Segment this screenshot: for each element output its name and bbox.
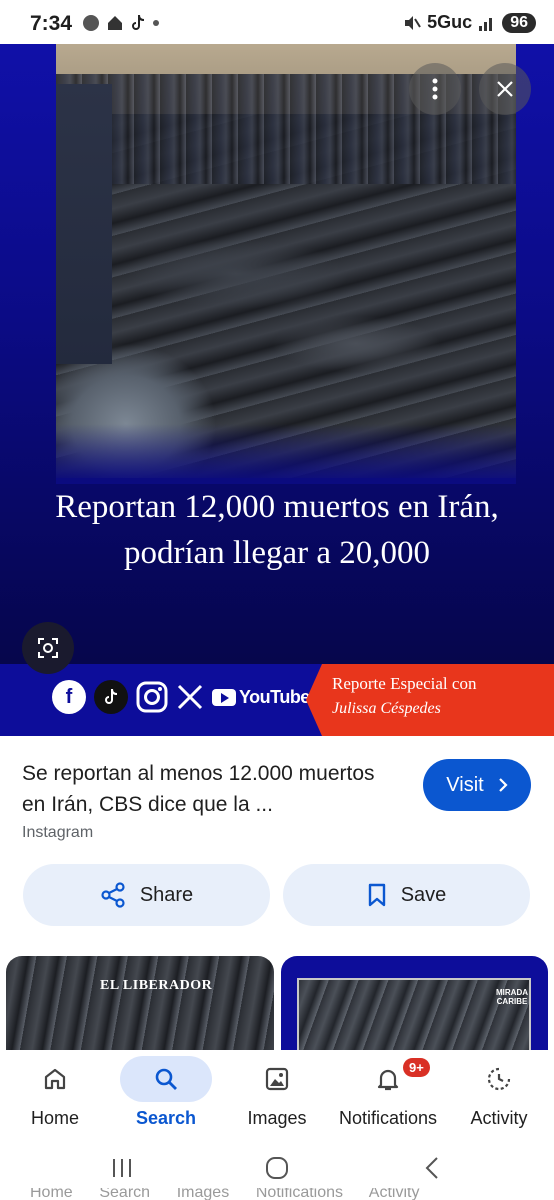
mute-icon [405,15,422,30]
activity-icon [487,1067,511,1091]
home-system-button[interactable] [257,1152,297,1184]
chevron-right-icon [498,778,508,792]
close-button[interactable] [479,63,531,115]
photo-left-figure [56,84,112,364]
nav-search[interactable]: Search [111,1050,221,1140]
hero-fade [56,424,516,484]
share-icon [101,882,125,908]
thumbnail-badge: MIRADA CARIBE [496,988,528,1006]
thumbnail-photo: MIRADA CARIBE [297,978,531,1056]
images-icon [265,1067,289,1091]
weather-icon [83,15,99,31]
status-time: 7:34 [30,12,73,35]
bell-icon [377,1069,399,1091]
social-icons: f YouTube [52,680,310,714]
search-icon [155,1068,177,1090]
visit-label: Visit [446,773,484,796]
status-bar: 7:34 5Guc 96 [0,0,554,44]
special-report-name: Julissa Céspedes [332,700,441,717]
social-band: f YouTube Reporte Especial con Julissa C… [0,664,554,736]
share-button[interactable]: Share [23,864,270,926]
nav-activity-icon-wrap [453,1056,545,1102]
nav-search-icon-wrap [120,1056,212,1102]
recents-icon [113,1159,131,1177]
share-label: Share [139,883,194,906]
bottom-navigation: Home Search Images 9+ Notifications Acti… [0,1050,554,1140]
x-icon [176,683,204,711]
more-options-button[interactable] [409,63,461,115]
close-icon [497,81,513,97]
dot-icon [153,20,159,26]
nav-home[interactable]: Home [0,1050,110,1140]
thumbnail-logo-text: EL LIBERADOR [100,978,213,993]
hero-image[interactable]: Reportan 12,000 muertos en Irán, podrían… [0,44,554,736]
result-title[interactable]: Se reportan al menos 12.000 muertos en I… [22,758,402,820]
tiktok-status-icon [132,15,144,30]
nav-images-label: Images [247,1108,307,1128]
notification-icons [82,14,160,32]
battery-indicator: 96 [502,12,536,33]
lens-icon [38,638,58,658]
nav-activity[interactable]: Activity [444,1050,554,1140]
nav-images-icon-wrap [231,1056,323,1102]
youtube-icon [212,688,236,706]
visit-button[interactable]: Visit [423,759,531,811]
nav-search-label: Search [135,1108,197,1128]
special-report-title: Reporte Especial con [332,674,477,693]
more-vert-icon [432,78,438,100]
nav-home-label: Home [30,1108,79,1128]
result-source: Instagram [22,824,94,841]
hero-headline: Reportan 12,000 muertos en Irán, podrían… [55,489,499,571]
recents-button[interactable] [102,1152,142,1184]
back-button[interactable] [412,1152,452,1184]
signal-icon [479,17,493,31]
status-right: 5Guc 96 [403,12,536,33]
back-icon [425,1157,438,1179]
ghost-nav-labels: Home Search Images Notifications Activit… [0,1188,554,1200]
nav-images[interactable]: Images [222,1050,332,1140]
nav-notifications[interactable]: 9+ Notifications [333,1050,443,1140]
related-thumbnail-1[interactable]: EL LIBERADOR [6,956,274,1056]
save-label: Save [400,883,447,906]
nav-home-icon-wrap [9,1056,101,1102]
home-status-icon [108,16,122,30]
notification-badge: 9+ [403,1058,430,1077]
home-circle-icon [266,1157,288,1179]
tiktok-icon [94,680,128,714]
nav-activity-label: Activity [470,1108,528,1128]
youtube-logo: YouTube [212,687,310,708]
network-type: 5Guc [427,12,473,32]
related-thumbnail-2[interactable]: MIRADA CARIBE [281,956,548,1056]
youtube-label: YouTube [239,686,310,707]
save-button[interactable]: Save [283,864,530,926]
facebook-icon: f [52,680,86,714]
instagram-icon [136,681,168,713]
lens-button[interactable] [22,622,74,674]
ghost-labels-text: Home Search Images Notifications Activit… [30,1188,420,1200]
nav-notifications-label: Notifications [338,1108,438,1128]
bookmark-icon [368,883,385,907]
home-icon [44,1068,66,1090]
